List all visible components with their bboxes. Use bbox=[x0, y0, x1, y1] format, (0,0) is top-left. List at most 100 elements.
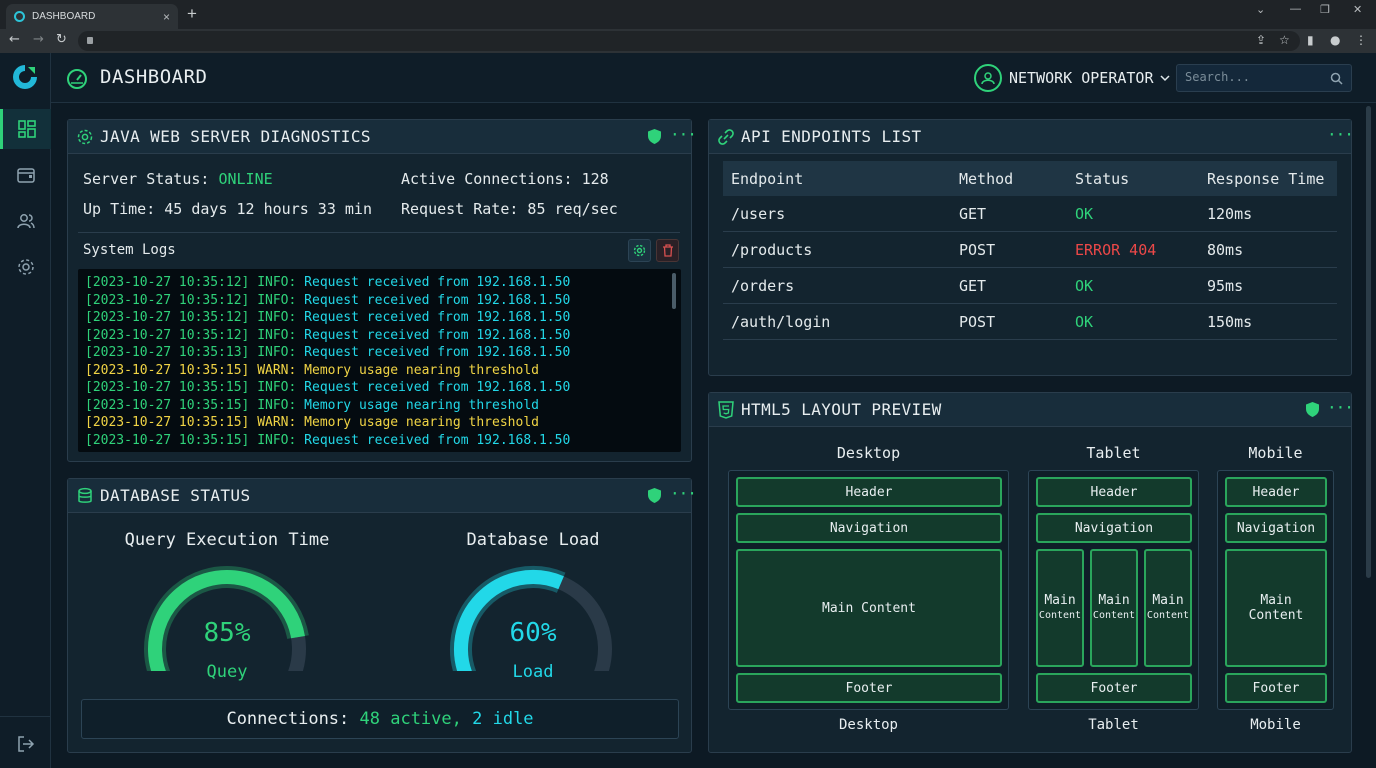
table-row[interactable]: /orders GET OK 95ms bbox=[723, 268, 1337, 304]
menu-kebab-icon[interactable]: ⋮ bbox=[1355, 33, 1367, 47]
browser-tab[interactable]: DASHBOARD × bbox=[6, 4, 178, 29]
log-level: INFO: bbox=[257, 275, 297, 290]
html5-layout-panel: HTML5 LAYOUT PREVIEW ··· Desktop Header … bbox=[708, 392, 1354, 753]
tablet-preview: Header Navigation Main Content Main Cont… bbox=[1028, 470, 1199, 710]
table-row[interactable]: /auth/login POST OK 150ms bbox=[723, 304, 1337, 340]
sidepanel-icon[interactable]: ▮ bbox=[1307, 33, 1314, 47]
more-options-icon[interactable]: ··· bbox=[1327, 398, 1354, 417]
gear-icon bbox=[633, 244, 646, 257]
url-field[interactable] bbox=[78, 31, 1300, 51]
table-cell-endpoint: /users bbox=[731, 205, 786, 223]
reload-icon[interactable]: ↻ bbox=[56, 32, 67, 48]
sidebar-item-wallet[interactable] bbox=[0, 155, 51, 195]
log-message: Memory usage nearing threshold bbox=[304, 397, 539, 413]
log-timestamp: [2023-10-27 10:35:12] bbox=[85, 292, 250, 308]
html5-icon bbox=[718, 401, 734, 419]
log-timestamp: [2023-10-27 10:35:12] bbox=[85, 327, 250, 343]
log-message: Request received from 192.168.1.50 bbox=[304, 432, 571, 448]
java-server-panel: JAVA WEB SERVER DIAGNOSTICS ··· Server S… bbox=[67, 119, 697, 462]
more-options-icon[interactable]: ··· bbox=[670, 125, 697, 144]
table-cell-time: 95ms bbox=[1207, 277, 1244, 295]
log-timestamp: [2023-10-27 10:35:13] bbox=[85, 345, 250, 360]
speedometer-icon bbox=[67, 69, 87, 89]
log-timestamp: [2023-10-27 10:35:12] bbox=[85, 275, 250, 290]
connections-idle: 2 idle bbox=[472, 709, 534, 729]
table-cell-method: POST bbox=[959, 313, 996, 331]
bookmark-star-icon[interactable]: ☆ bbox=[1279, 33, 1290, 47]
log-level: WARN: bbox=[257, 362, 297, 378]
server-status-label: Server Status: bbox=[83, 170, 219, 188]
tablet-nav-block: Navigation bbox=[1036, 513, 1192, 543]
users-icon bbox=[16, 214, 35, 229]
sidebar-item-users[interactable] bbox=[0, 201, 51, 241]
tablet-main-block: Main Content bbox=[1090, 549, 1138, 667]
tablet-title: Tablet bbox=[1086, 444, 1141, 462]
log-console[interactable]: [2023-10-27 10:35:12] INFO: Request rece… bbox=[78, 269, 681, 452]
desktop-caption: Desktop bbox=[838, 717, 898, 733]
log-level: INFO: bbox=[257, 327, 297, 343]
query-time-gauge bbox=[144, 566, 309, 671]
log-settings-button[interactable] bbox=[628, 239, 651, 262]
tablet-main-block: Main Content bbox=[1144, 549, 1192, 667]
sidebar-item-logout[interactable] bbox=[0, 724, 51, 764]
panel-header: HTML5 LAYOUT PREVIEW ··· bbox=[709, 393, 1354, 427]
table-row[interactable]: /users GET OK 120ms bbox=[723, 196, 1337, 232]
tablet-caption: Tablet bbox=[1088, 717, 1139, 733]
sidebar-divider bbox=[0, 716, 51, 717]
table-row[interactable]: /products POST ERROR 404 80ms bbox=[723, 232, 1337, 268]
gauge-label-query: Query Execution Time bbox=[124, 530, 330, 550]
column-header-response-time: Response Time bbox=[1207, 170, 1325, 188]
column-header-method: Method bbox=[959, 170, 1014, 188]
log-level: INFO: bbox=[257, 432, 297, 448]
lock-icon bbox=[87, 37, 93, 44]
log-line: [2023-10-27 10:35:12] INFO: Request rece… bbox=[85, 275, 570, 291]
server-status: Server Status: ONLINE bbox=[83, 170, 273, 188]
user-menu[interactable]: NETWORK OPERATOR bbox=[974, 64, 1170, 92]
more-options-icon[interactable]: ··· bbox=[1327, 125, 1354, 144]
share-icon[interactable]: ⇪ bbox=[1256, 33, 1266, 47]
log-message: Request received from 192.168.1.50 bbox=[304, 275, 571, 290]
mobile-caption: Mobile bbox=[1250, 717, 1301, 733]
close-window-button[interactable]: ✕ bbox=[1353, 3, 1362, 16]
table-cell-time: 80ms bbox=[1207, 241, 1244, 259]
tab-search-icon[interactable]: ⌄ bbox=[1256, 3, 1265, 16]
mobile-preview: Header Navigation Main Content Footer bbox=[1217, 470, 1334, 710]
gear-icon bbox=[17, 259, 34, 275]
table-cell-method: GET bbox=[959, 205, 987, 223]
search-input[interactable] bbox=[1185, 70, 1325, 84]
panel-title: DATABASE STATUS bbox=[100, 486, 251, 505]
log-line: [2023-10-27 10:35:12] INFO: Request rece… bbox=[85, 328, 570, 344]
log-message: Memory usage nearing threshold bbox=[304, 415, 539, 430]
clear-logs-button[interactable] bbox=[656, 239, 679, 262]
new-tab-button[interactable]: + bbox=[187, 5, 197, 23]
profile-icon[interactable]: ● bbox=[1330, 33, 1340, 47]
sidebar-item-dashboard[interactable] bbox=[0, 109, 51, 149]
table-cell-status: OK bbox=[1075, 313, 1094, 331]
page-scrollbar[interactable] bbox=[1366, 106, 1371, 578]
wallet-icon bbox=[16, 168, 35, 183]
tab-close-button[interactable]: × bbox=[163, 10, 170, 24]
minimize-button[interactable]: — bbox=[1290, 3, 1301, 15]
forward-icon[interactable]: → bbox=[33, 32, 44, 48]
desktop-header-block: Header bbox=[736, 477, 1002, 507]
more-options-icon[interactable]: ··· bbox=[670, 484, 697, 503]
maximize-button[interactable]: ❐ bbox=[1320, 3, 1330, 16]
sidebar-item-settings[interactable] bbox=[0, 247, 51, 287]
log-scrollbar[interactable] bbox=[672, 273, 676, 309]
mobile-content-label: Content bbox=[1248, 608, 1304, 623]
gauge-label-load: Database Load bbox=[466, 530, 600, 550]
search-icon[interactable] bbox=[1330, 72, 1343, 85]
table-cell-time: 150ms bbox=[1207, 313, 1253, 331]
mobile-main-label: Main bbox=[1260, 593, 1292, 608]
database-icon bbox=[78, 487, 92, 503]
tablet-main-label: Main bbox=[1044, 593, 1076, 608]
gauge-value-query: 85% bbox=[203, 618, 251, 648]
log-line: [2023-10-27 10:35:15] WARN: Memory usage… bbox=[85, 415, 539, 431]
log-line: [2023-10-27 10:35:13] INFO: Request rece… bbox=[85, 345, 570, 361]
search-box bbox=[1176, 64, 1352, 92]
log-level: INFO: bbox=[257, 380, 297, 395]
back-icon[interactable]: ← bbox=[9, 32, 20, 48]
panel-title: HTML5 LAYOUT PREVIEW bbox=[741, 400, 942, 419]
mobile-header-block: Header bbox=[1225, 477, 1327, 507]
app-logo-icon bbox=[13, 65, 37, 89]
